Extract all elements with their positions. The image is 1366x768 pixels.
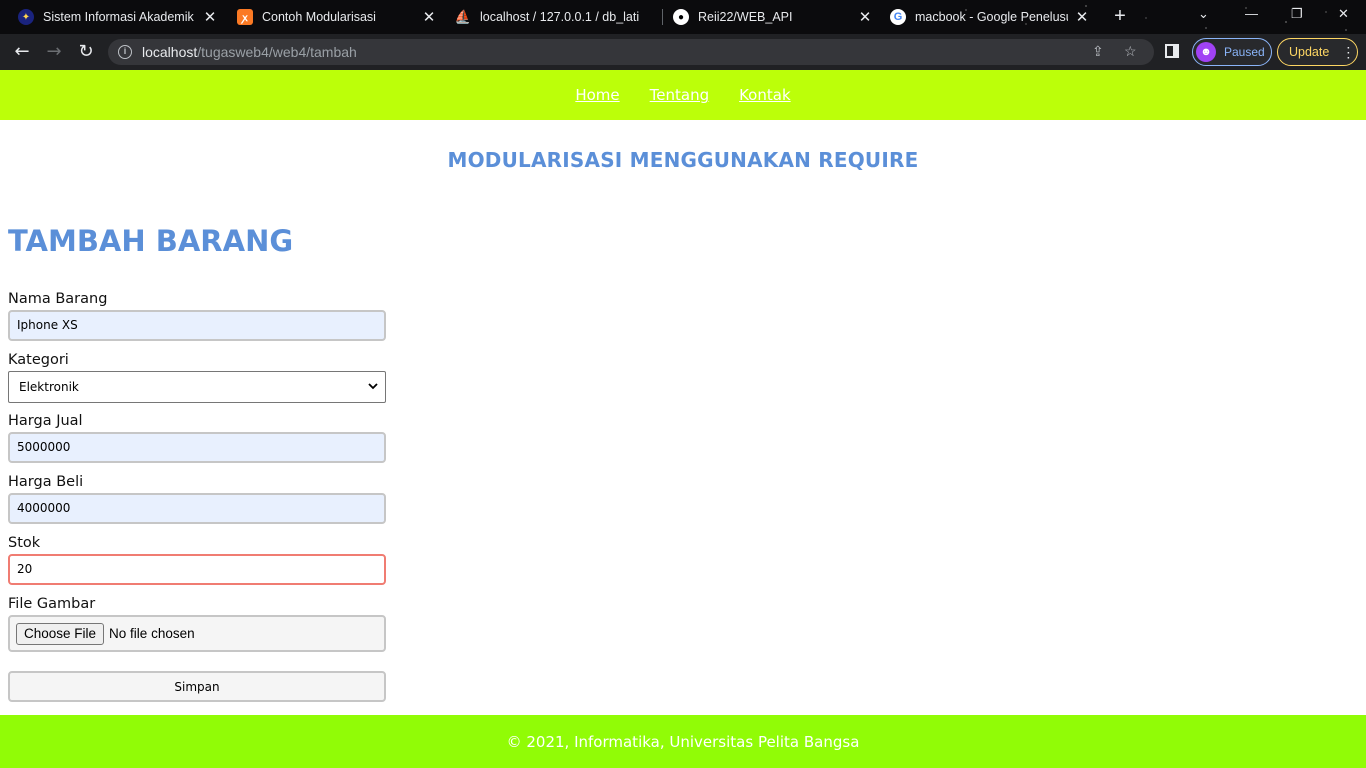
minimize-icon[interactable]: — — [1245, 6, 1258, 21]
bookmark-star-icon[interactable]: ☆ — [1124, 43, 1137, 60]
form-title: TAMBAH BARANG — [8, 224, 294, 258]
url-path: /tugasweb4/web4/tambah — [197, 44, 357, 60]
nav-link-tentang[interactable]: Tentang — [650, 86, 709, 104]
reload-icon[interactable]: ↻ — [74, 41, 98, 63]
harga-jual-input[interactable]: 5000000 — [8, 432, 386, 463]
harga-beli-input[interactable]: 4000000 — [8, 493, 386, 524]
file-gambar-input[interactable]: Choose File No file chosen — [8, 615, 386, 652]
tab-title: Sistem Informasi Akademik — [43, 10, 194, 24]
file-gambar-label: File Gambar — [8, 596, 96, 612]
back-arrow-icon[interactable]: ← — [10, 41, 34, 63]
site-title: MODULARISASI MENGGUNAKAN REQUIRE — [447, 148, 919, 172]
stok-input[interactable]: 20 — [8, 554, 386, 585]
footer: © 2021, Informatika, Universitas Pelita … — [0, 715, 1366, 768]
update-label: Update — [1289, 45, 1330, 59]
tab-title: macbook - Google Penelusur — [915, 10, 1068, 24]
close-icon[interactable]: ✕ — [421, 8, 437, 26]
stok-label: Stok — [8, 535, 41, 551]
tab-google[interactable]: G macbook - Google Penelusur ✕ — [890, 4, 1090, 30]
github-icon: ● — [673, 9, 689, 25]
nav-link-home[interactable]: Home — [575, 86, 619, 104]
nav-link-kontak[interactable]: Kontak — [739, 86, 791, 104]
kategori-selected-value: Elektronik — [19, 380, 79, 394]
nama-barang-input[interactable]: Iphone XS — [8, 310, 386, 341]
restore-icon[interactable]: ❐ — [1291, 6, 1303, 22]
nama-barang-label: Nama Barang — [8, 291, 108, 307]
chevron-down-icon — [368, 383, 378, 390]
close-window-icon[interactable]: ✕ — [1338, 6, 1349, 22]
tab-separator — [662, 9, 663, 25]
tab-github[interactable]: ● Reii22/WEB_API ✕ — [673, 4, 873, 30]
share-icon[interactable]: ⇪ — [1092, 43, 1104, 60]
phpmyadmin-icon: ⛵ — [455, 9, 472, 24]
close-icon[interactable]: ✕ — [202, 8, 218, 26]
close-icon[interactable]: ✕ — [857, 8, 873, 26]
tab-search-icon[interactable]: ⌄ — [1198, 6, 1209, 22]
browser-toolbar: ← → ↻ i localhost/tugasweb4/web4/tambah … — [0, 34, 1366, 70]
kategori-select[interactable]: Elektronik — [8, 371, 386, 403]
close-icon[interactable]: ✕ — [1074, 8, 1090, 26]
tab-title: Contoh Modularisasi — [262, 10, 376, 24]
new-tab-icon[interactable]: + — [1110, 5, 1130, 27]
tab-sistem-informasi[interactable]: ✦ Sistem Informasi Akademik ✕ — [18, 4, 218, 30]
tab-phpmyadmin[interactable]: ⛵ localhost / 127.0.0.1 / db_lati — [455, 4, 655, 30]
address-bar[interactable]: i localhost/tugasweb4/web4/tambah ⇪ ☆ — [108, 39, 1154, 65]
side-panel-icon[interactable] — [1165, 44, 1179, 58]
avatar: ☻ — [1196, 42, 1216, 62]
file-status: No file chosen — [109, 626, 195, 641]
xampp-icon: ꭗ — [237, 9, 253, 25]
url-host: localhost — [142, 44, 198, 60]
university-logo-icon: ✦ — [18, 9, 34, 25]
more-menu-icon[interactable]: ⋮ — [1341, 44, 1355, 61]
site-info-icon[interactable]: i — [118, 45, 132, 59]
profile-status: Paused — [1224, 45, 1265, 59]
forward-arrow-icon[interactable]: → — [42, 41, 66, 63]
browser-tab-strip: ✦ Sistem Informasi Akademik ✕ ꭗ Contoh M… — [0, 0, 1366, 70]
harga-beli-label: Harga Beli — [8, 474, 84, 490]
google-icon: G — [890, 9, 906, 25]
kategori-label: Kategori — [8, 352, 69, 368]
profile-button[interactable]: ☻ Paused — [1192, 38, 1272, 66]
update-button[interactable]: Update ⋮ — [1277, 38, 1358, 66]
choose-file-button[interactable]: Choose File — [16, 622, 105, 645]
harga-jual-label: Harga Jual — [8, 413, 83, 429]
simpan-button[interactable]: Simpan — [8, 671, 386, 702]
top-navigation: Home Tentang Kontak — [0, 70, 1366, 120]
footer-text: © 2021, Informatika, Universitas Pelita … — [506, 732, 860, 751]
tab-title: localhost / 127.0.0.1 / db_lati — [480, 10, 640, 24]
tab-title: Reii22/WEB_API — [698, 10, 793, 24]
page-content: Home Tentang Kontak MODULARISASI MENGGUN… — [0, 70, 1366, 768]
tab-contoh-modularisasi[interactable]: ꭗ Contoh Modularisasi ✕ — [237, 4, 437, 30]
